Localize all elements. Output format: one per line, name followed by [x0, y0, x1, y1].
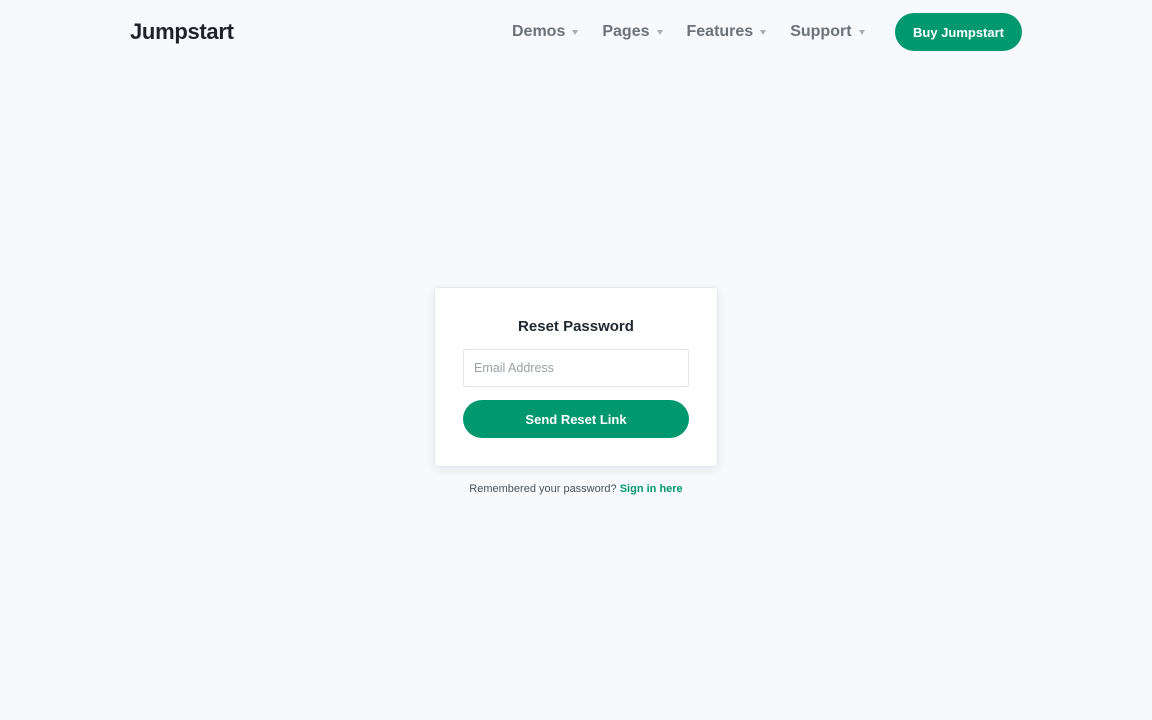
nav-item-support[interactable]: Support — [790, 19, 865, 45]
sign-in-link[interactable]: Sign in here — [620, 483, 683, 495]
signin-prompt: Remembered your password? Sign in here — [0, 481, 1152, 497]
caret-down-icon — [572, 30, 579, 35]
nav-item-label: Demos — [512, 23, 566, 40]
card-title: Reset Password — [518, 318, 634, 335]
nav-menu: Demos Pages Features Support — [512, 19, 889, 45]
nav-item-label: Features — [686, 23, 754, 40]
signin-prompt-text: Remembered your password? — [469, 483, 617, 495]
caret-down-icon — [858, 30, 865, 35]
nav-item-label: Support — [790, 23, 852, 40]
nav-item-features[interactable]: Features — [687, 19, 767, 45]
navbar: Jumpstart Demos Pages Features Support B… — [0, 0, 1152, 64]
nav-item-demos[interactable]: Demos — [512, 19, 579, 45]
nav-item-label: Pages — [602, 23, 650, 40]
nav-item-pages[interactable]: Pages — [602, 19, 663, 45]
brand-logo[interactable]: Jumpstart — [130, 17, 234, 47]
reset-password-card: Reset Password Send Reset Link — [434, 287, 718, 467]
email-field[interactable] — [463, 349, 689, 387]
buy-jumpstart-button[interactable]: Buy Jumpstart — [895, 13, 1022, 51]
send-reset-link-button[interactable]: Send Reset Link — [463, 400, 689, 438]
caret-down-icon — [760, 30, 767, 35]
caret-down-icon — [656, 30, 663, 35]
